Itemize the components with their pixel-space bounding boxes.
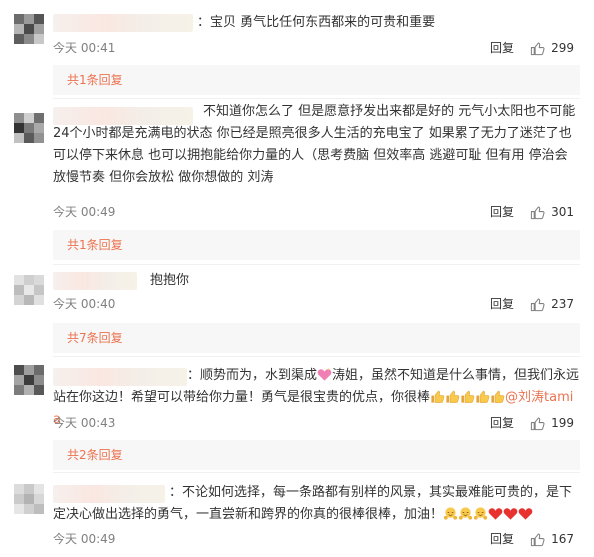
thumbs-up-icon (530, 297, 545, 311)
like-button[interactable]: 301 (530, 204, 574, 220)
reply-button[interactable]: 回复 (490, 531, 514, 547)
comment-item: ：宝贝 勇气比任何东西都来的可贵和重要 今天 00:41 回复 299 共1条回… (0, 0, 594, 96)
comment-feed: ：宝贝 勇气比任何东西都来的可贵和重要 今天 00:41 回复 299 共1条回… (0, 0, 594, 557)
comment-text: 抱抱你 (150, 273, 190, 288)
thumbs-up-icon (530, 532, 545, 546)
red-heart-emoji (518, 506, 533, 521)
avatar[interactable] (14, 275, 44, 305)
comment-time: 今天 00:40 (53, 297, 116, 311)
thumbs-up-emoji (430, 389, 445, 404)
comment-time: 今天 00:49 (53, 532, 116, 546)
replies-box: 共7条回复 (53, 323, 580, 353)
avatar[interactable] (14, 365, 44, 395)
avatar[interactable] (14, 113, 44, 143)
comment-time: 今天 00:41 (53, 41, 116, 55)
like-button[interactable]: 199 (530, 415, 574, 431)
avatar[interactable] (14, 484, 44, 514)
hugging-face-emoji (473, 506, 488, 521)
avatar[interactable] (14, 14, 44, 44)
thumbs-up-emoji (460, 389, 475, 404)
like-button[interactable]: 299 (530, 40, 574, 56)
comment-text: ：不论如何选择，每一条路都有别样的风景，其实最难能可贵的，是下定决心做出选择的勇… (53, 485, 573, 522)
reply-button[interactable]: 回复 (490, 40, 514, 56)
view-replies-link[interactable]: 共1条回复 (67, 237, 123, 253)
thumbs-up-emoji (445, 389, 460, 404)
thumbs-up-emoji (475, 389, 490, 404)
thumbs-up-emoji (490, 389, 505, 404)
replies-box: 共1条回复 (53, 65, 580, 95)
comment-item: ：顺势而为，水到渠成 涛姐，虽然不知道是什么事情，但我们永远站在你这边！希望可以带… (0, 357, 594, 472)
comment-text: 不知道你怎么了 但是愿意抒发出来都是好的 元气小太阳也不可能24个小时都是充满电… (53, 104, 576, 185)
view-replies-link[interactable]: 共1条回复 (67, 72, 123, 88)
comment-text: ：宝贝 勇气比任何东西都来的可贵和重要 (197, 15, 436, 30)
view-replies-link[interactable]: 共7条回复 (67, 330, 123, 346)
reply-button[interactable]: 回复 (490, 296, 514, 312)
like-count: 237 (551, 297, 574, 311)
like-count: 301 (551, 205, 574, 219)
replies-box: 共2条回复 (53, 440, 580, 470)
reply-button[interactable]: 回复 (490, 204, 514, 220)
comment-time: 今天 00:43 (53, 416, 116, 430)
like-button[interactable]: 237 (530, 296, 574, 312)
comment-item: 不知道你怎么了 但是愿意抒发出来都是好的 元气小太阳也不可能24个小时都是充满电… (0, 99, 594, 264)
red-heart-emoji (488, 506, 503, 521)
comment-item: ：不论如何选择，每一条路都有别样的风景，其实最难能可贵的，是下定决心做出选择的勇… (0, 473, 594, 557)
red-heart-emoji (503, 506, 518, 521)
like-count: 299 (551, 41, 574, 55)
like-button[interactable]: 167 (530, 531, 574, 547)
thumbs-up-icon (530, 41, 545, 55)
thumbs-up-icon (530, 416, 545, 430)
view-replies-link[interactable]: 共2条回复 (67, 447, 123, 463)
like-count: 199 (551, 416, 574, 430)
replies-box: 共1条回复 (53, 230, 580, 260)
username-redacted[interactable] (53, 14, 193, 32)
hugging-face-emoji (443, 506, 458, 521)
thumbs-up-icon (530, 205, 545, 219)
comment-item: 抱抱你 今天 00:40 回复 237 共7条回复 (0, 265, 594, 357)
reply-button[interactable]: 回复 (490, 415, 514, 431)
sparkling-heart-emoji (317, 367, 332, 382)
username-redacted[interactable] (53, 272, 137, 290)
comment-time: 今天 00:49 (53, 205, 116, 219)
hugging-face-emoji (458, 506, 473, 521)
like-count: 167 (551, 532, 574, 546)
